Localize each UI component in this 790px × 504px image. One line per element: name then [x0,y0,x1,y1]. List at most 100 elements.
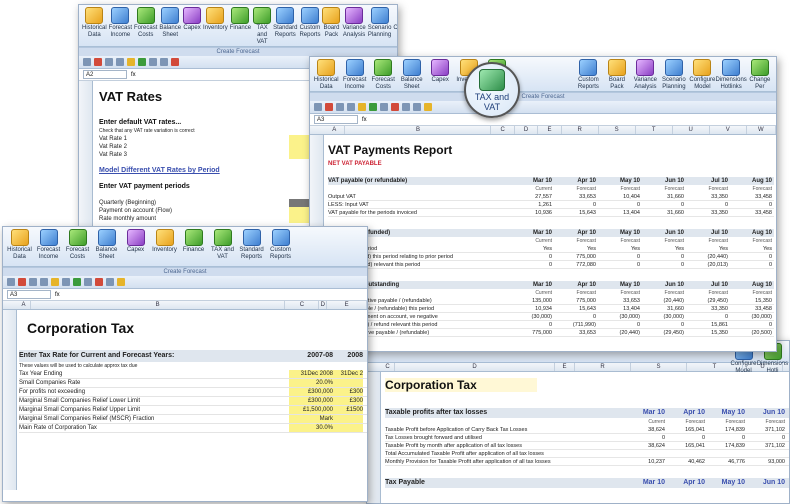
cell-value[interactable]: 371,102 [745,442,785,449]
cell-value[interactable]: 0 [684,313,728,320]
cell-value[interactable]: 38,624 [625,442,665,449]
ribbon-button[interactable]: Inventory [203,7,228,32]
cell-value[interactable]: 0 [665,434,705,441]
column-header[interactable]: U [673,126,710,134]
ribbon-button[interactable]: Balance Sheet [159,7,181,39]
cell-value[interactable]: (30,000) [508,313,553,320]
cell-value[interactable]: Yes [640,245,684,252]
cell-value[interactable]: (20,013) [684,261,729,268]
tax-rate-value[interactable]: Mark [289,415,333,423]
tax-rate-value[interactable] [333,415,363,423]
ribbon-button[interactable]: Balance Sheet [398,59,424,91]
ribbon-button[interactable]: Variance Analysis [632,59,658,91]
tax-rate-value[interactable]: 31Dec 2 [333,370,363,378]
column-header[interactable]: A [17,301,31,309]
ribbon-button[interactable]: Standard Reports [273,7,297,39]
cell-value[interactable]: 0 [508,321,552,328]
column-header[interactable]: D [395,363,555,371]
cell-value[interactable]: (30,000) [728,313,773,320]
ribbon-button[interactable]: Custom Reports [267,229,294,261]
ribbon-button[interactable]: Historical Data [313,59,339,91]
cell-value[interactable]: 0 [596,253,640,260]
ribbon-button[interactable]: Forecast Costs [370,59,396,91]
cell-value[interactable]: 0 [596,201,640,208]
cell-value[interactable]: (30,000) [596,313,641,320]
column-header[interactable]: C [381,363,395,371]
tax-rate-value[interactable]: £300,000 [289,388,333,396]
cell-value[interactable]: Yes [728,245,772,252]
column-header[interactable]: V [710,126,747,134]
cell-value[interactable]: 0 [552,201,596,208]
cell-value[interactable]: Yes [552,245,596,252]
tax-rate-value[interactable]: £300 [333,397,363,405]
cell-value[interactable]: 15,643 [552,305,596,312]
ribbon-button[interactable]: Configure Model [689,59,715,91]
cell-value[interactable]: 93,000 [745,458,785,465]
cell-value[interactable]: 27,557 [508,193,552,200]
ribbon-button[interactable]: Standard Reports [238,229,265,261]
cell-value[interactable]: 33,350 [684,193,728,200]
cell-value[interactable]: 33,653 [552,193,596,200]
ribbon-button[interactable]: Scenario Planning [661,59,687,91]
tax-rate-value[interactable]: £1500 [333,406,363,414]
ribbon-button[interactable]: Historical Data [82,7,107,39]
ribbon-button[interactable]: TAX and VAT [209,229,236,261]
column-header[interactable]: S [631,363,687,371]
cell-value[interactable]: 0 [640,321,684,328]
cell-value[interactable]: Yes [684,245,728,252]
cell-value[interactable]: (20,440) [684,253,729,260]
cell-value[interactable]: 0 [552,313,596,320]
name-box[interactable]: A2 [83,70,127,79]
cell-value[interactable]: (20,500) [728,329,773,336]
tax-rate-value[interactable]: £300 [333,388,363,396]
cell-value[interactable]: 15,643 [552,209,596,216]
cell-value[interactable]: (20,440) [640,297,685,304]
cell-value[interactable]: 33,350 [684,209,728,216]
cell-value[interactable]: 38,624 [625,426,665,433]
cell-value[interactable]: 15,350 [728,297,772,304]
cell-value[interactable]: 0 [625,434,665,441]
cell-value[interactable]: (29,450) [684,297,729,304]
cell-value[interactable]: 775,000 [552,297,596,304]
cell-value[interactable]: Yes [596,245,640,252]
ribbon-button[interactable]: Dimensions Hotlinks [715,59,747,91]
cell-value[interactable]: 0 [728,253,772,260]
cell-value[interactable]: 0 [508,261,552,268]
tax-rate-value[interactable]: £300,000 [289,397,333,405]
ribbon-button[interactable]: Forecast Costs [134,7,157,39]
ribbon-button[interactable]: Balance Sheet [93,229,120,261]
cell-value[interactable]: 46,776 [705,458,745,465]
ribbon-button[interactable]: Forecast Income [35,229,62,261]
cell-value[interactable]: (711,990) [552,321,596,328]
tax-rate-value[interactable] [333,379,363,387]
cell-value[interactable]: 0 [640,261,684,268]
cell-value[interactable]: 10,237 [625,458,665,465]
cell-value[interactable]: 33,458 [728,193,772,200]
ribbon-button[interactable]: Finance [230,7,251,32]
cell-value[interactable]: 174,839 [705,426,745,433]
cell-value[interactable]: 15,861 [684,321,728,328]
ribbon-button[interactable]: Board Pack [322,7,341,39]
column-header[interactable]: R [562,126,599,134]
cell-value[interactable]: 0 [705,434,745,441]
ribbon-button[interactable]: Forecast Income [341,59,367,91]
cell-value[interactable]: 0 [745,434,785,441]
tax-rate-value[interactable]: £1,500,000 [289,406,333,414]
cell-value[interactable]: 0 [596,321,640,328]
column-header[interactable]: E [327,301,367,309]
cell-value[interactable]: 33,350 [684,305,728,312]
ribbon-button[interactable]: Change Per [747,59,773,91]
ribbon-button[interactable]: Finance [180,229,207,254]
ribbon-button[interactable]: TAX and VAT [253,7,272,46]
tax-rate-value[interactable]: 20.0% [289,379,333,387]
cell-value[interactable]: 31,660 [640,209,684,216]
cell-value[interactable]: 0 [684,201,728,208]
cell-value[interactable]: 33,653 [552,329,596,336]
cell-value[interactable]: (29,450) [640,329,685,336]
cell-value[interactable]: (20,440) [596,329,641,336]
tax-and-vat-label[interactable]: TAX and VAT [466,92,518,112]
cell-value[interactable]: 10,936 [508,209,552,216]
column-header[interactable]: D [515,126,539,134]
cell-value[interactable]: 0 [728,201,772,208]
cell-value[interactable]: 15,350 [684,329,728,336]
